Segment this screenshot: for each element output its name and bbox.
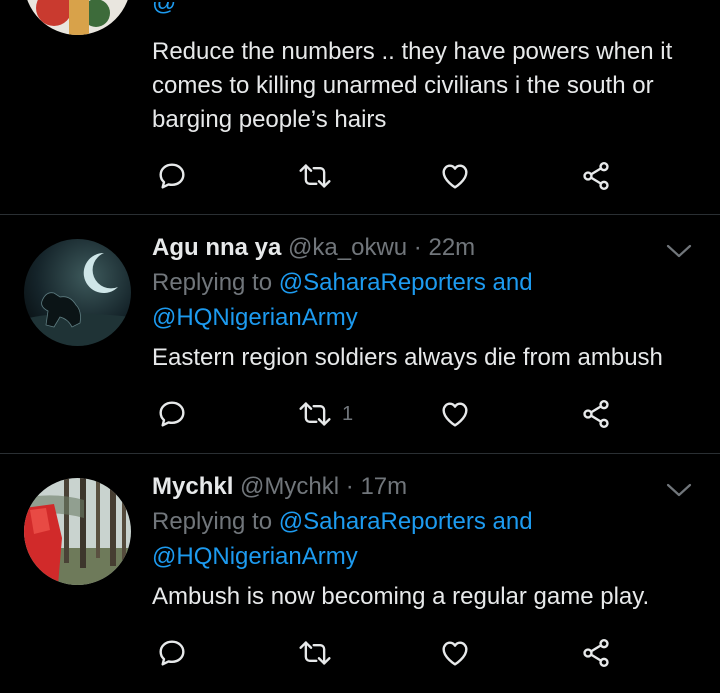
share-button[interactable] [580,394,612,434]
mention-link[interactable]: @SaharaReporters [279,269,486,296]
share-button[interactable] [580,156,612,196]
retweet-button[interactable]: 1 [298,394,353,434]
like-icon [442,164,468,189]
avatar[interactable] [24,478,131,585]
user-handle[interactable]: @ka_okwu [288,234,407,261]
tweet-1[interactable]: @ Reduce the numbers .. they have powers… [0,0,720,214]
like-button[interactable] [439,394,481,434]
tweet-actions [152,633,622,673]
mention-link[interactable]: @HQNigerianArmy [152,543,358,570]
share-button[interactable] [580,633,612,673]
replying-to: Replying to @SaharaReporters and [152,505,533,539]
tweet-text: Eastern region soldiers always die from … [152,344,663,371]
timestamp[interactable]: 17m [360,473,407,500]
retweet-icon [299,164,331,188]
replying-to-cont: @HQNigerianArmy [152,540,358,574]
replying-prefix: Replying to [152,508,279,535]
replying-to: Replying to @SaharaReporters and [152,266,533,300]
tweet-actions: 1 [152,394,622,434]
tweet-text: Reduce the numbers .. they have powers w… [152,38,673,133]
timestamp[interactable]: 22m [428,234,475,261]
tweet-header: Mychkl @Mychkl · 17m [152,472,407,502]
reply-button[interactable] [156,394,198,434]
display-name[interactable]: Agu nna ya [152,234,281,261]
replying-and[interactable]: and [486,508,533,535]
tweet-3[interactable]: Mychkl @Mychkl · 17m Replying to @Sahara… [0,454,720,693]
share-icon [583,400,609,428]
replying-prefix: Replying to [152,269,279,296]
reply-icon [159,401,185,427]
tweet-header-partial: @ [152,2,176,20]
retweet-button[interactable] [298,156,342,196]
reply-button[interactable] [156,633,198,673]
tweet-actions [152,156,622,196]
separator-dot: · [413,234,422,261]
reply-icon [159,163,185,189]
tweet-header: Agu nna ya @ka_okwu · 22m [152,233,475,263]
chevron-down-icon[interactable] [666,482,692,498]
reply-button[interactable] [156,156,198,196]
mention-link[interactable]: @SaharaReporters [279,508,486,535]
display-name[interactable]: Mychkl [152,473,233,500]
like-button[interactable] [439,156,481,196]
separator-dot: · [345,473,354,500]
user-handle[interactable]: @Mychkl [240,473,339,500]
replying-to-cont: @HQNigerianArmy [152,301,358,335]
share-icon [583,162,609,190]
reply-icon [159,640,185,666]
retweet-icon [299,402,331,426]
retweet-count: 1 [342,402,354,425]
retweet-button[interactable] [298,633,342,673]
like-button[interactable] [439,633,481,673]
like-icon [442,641,468,666]
partial-mention[interactable]: @ [152,2,176,16]
mention-link[interactable]: @HQNigerianArmy [152,304,358,331]
replying-and[interactable]: and [486,269,533,296]
tweet-2[interactable]: Agu nna ya @ka_okwu · 22m Replying to @S… [0,215,720,453]
avatar[interactable] [24,0,131,35]
share-icon [583,639,609,667]
avatar[interactable] [24,239,131,346]
chevron-down-icon[interactable] [666,243,692,259]
tweet-text: Ambush is now becoming a regular game pl… [152,583,650,610]
retweet-icon [299,641,331,665]
like-icon [442,402,468,427]
